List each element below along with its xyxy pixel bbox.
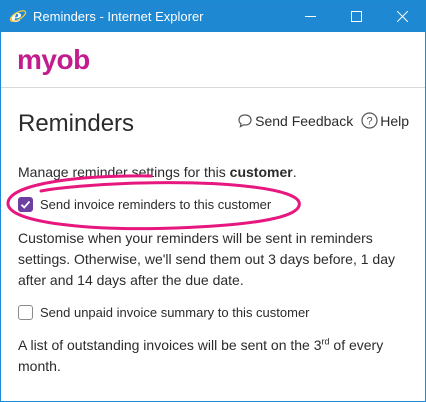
intro-prefix: Manage reminder settings for this (18, 164, 230, 180)
help-label: Help (380, 112, 409, 129)
svg-text:?: ? (367, 116, 373, 128)
page-title: Reminders (18, 110, 135, 137)
intro-bold: customer (229, 164, 293, 180)
title-bar: e Reminders - Internet Explorer (1, 1, 425, 32)
myob-logo: myob (17, 44, 90, 75)
close-button[interactable] (379, 1, 425, 32)
invoice-reminder-checkbox[interactable] (18, 197, 33, 212)
brand-header: myob (1, 32, 425, 88)
unpaid-summary-label: Send unpaid invoice summary to this cust… (40, 305, 310, 320)
invoice-reminder-description: Customise when your reminders will be se… (18, 230, 395, 288)
unpaid-summary-option[interactable]: Send unpaid invoice summary to this cust… (18, 305, 310, 320)
help-link[interactable]: ? Help (361, 112, 409, 129)
send-feedback-label: Send Feedback (255, 112, 354, 129)
help-icon: ? (361, 112, 378, 129)
invoice-reminder-option[interactable]: Send invoice reminders to this customer (18, 197, 271, 212)
internet-explorer-icon: e (9, 7, 27, 25)
browser-window: e Reminders - Internet Explorer myob Rem… (0, 0, 426, 402)
maximize-button[interactable] (333, 1, 379, 32)
unpaid-summary-checkbox[interactable] (18, 305, 33, 320)
close-icon (396, 11, 408, 22)
header-actions: Send Feedback ? Help (237, 112, 409, 129)
unpaid-summary-description: A list of outstanding invoices will be s… (18, 335, 410, 377)
invoice-reminder-label: Send invoice reminders to this customer (40, 197, 272, 212)
maximize-icon (350, 11, 362, 22)
minimize-icon (304, 16, 316, 17)
send-feedback-link[interactable]: Send Feedback (237, 113, 353, 129)
summary-desc-sup: rd (321, 336, 330, 347)
checkmark-icon (20, 200, 31, 209)
minimize-button[interactable] (287, 1, 333, 32)
intro-suffix: . (292, 164, 297, 180)
window-title: Reminders - Internet Explorer (33, 9, 204, 24)
speech-bubble-icon (238, 113, 252, 128)
intro-text: Manage reminder settings for this custom… (18, 162, 297, 183)
summary-desc-prefix: A list of outstanding invoices will be s… (18, 337, 322, 353)
